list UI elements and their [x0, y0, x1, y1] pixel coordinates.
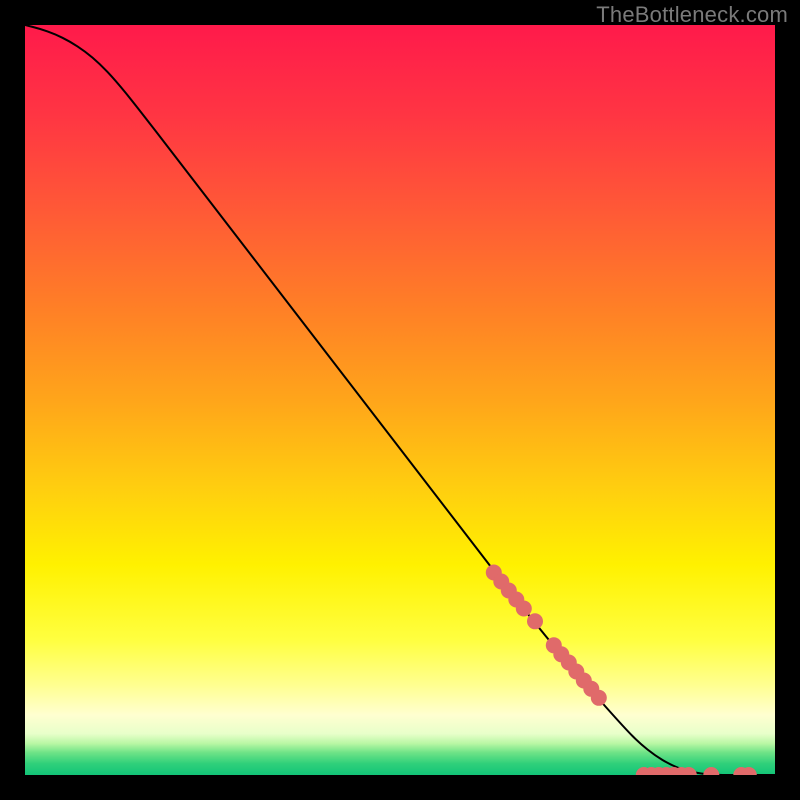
- marker-cluster: [486, 565, 757, 776]
- watermark-text: TheBottleneck.com: [596, 2, 788, 28]
- bottleneck-curve: [25, 25, 775, 775]
- marker-point: [703, 767, 719, 775]
- marker-point: [591, 690, 607, 706]
- plot-area: [25, 25, 775, 775]
- marker-point: [516, 601, 532, 617]
- marker-point: [527, 613, 543, 629]
- chart-stage: TheBottleneck.com: [0, 0, 800, 800]
- chart-svg: [25, 25, 775, 775]
